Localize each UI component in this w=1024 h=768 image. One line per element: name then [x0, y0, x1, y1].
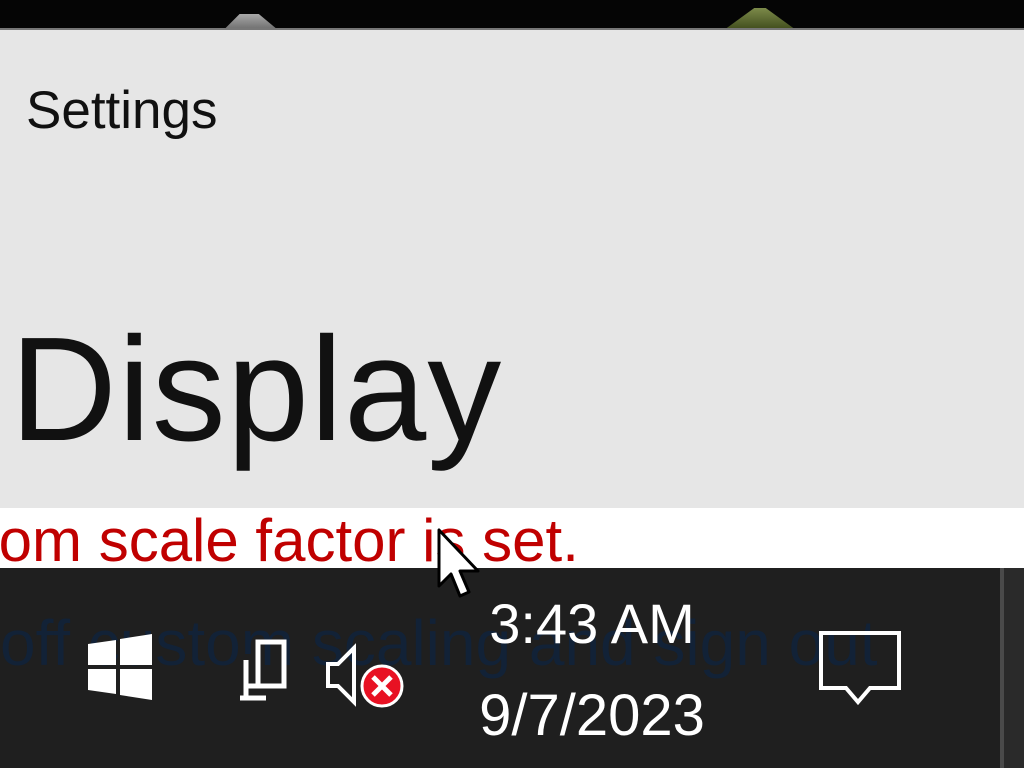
- volume-button[interactable]: [324, 642, 410, 708]
- content-area: stom scale factor is set.: [0, 508, 1024, 568]
- windows-logo-icon: [88, 634, 152, 700]
- clock-time: 3:43 AM: [489, 592, 695, 655]
- desktop-background-strip: [0, 0, 1024, 28]
- taskbar: off custom scaling and sign out 3:43 AM …: [0, 568, 1024, 768]
- taskbar-clock[interactable]: 3:43 AM 9/7/2023: [460, 592, 724, 752]
- settings-window: Settings Display stom scale factor is se…: [0, 28, 1024, 568]
- volume-muted-icon: [326, 643, 404, 708]
- action-center-icon: [819, 631, 901, 706]
- page-title: Display: [10, 307, 503, 472]
- scale-warning-text: stom scale factor is set.: [0, 508, 579, 568]
- desktop-background-shape: [223, 14, 278, 28]
- mouse-cursor-icon: [437, 528, 480, 598]
- network-icon: [240, 639, 287, 701]
- network-button[interactable]: [236, 638, 290, 702]
- clock-date: 9/7/2023: [479, 683, 705, 748]
- show-desktop-button[interactable]: [1004, 568, 1024, 768]
- desktop-background-shape: [724, 8, 796, 28]
- action-center-button[interactable]: [818, 630, 902, 706]
- window-title: Settings: [26, 81, 218, 140]
- start-button[interactable]: [86, 634, 154, 700]
